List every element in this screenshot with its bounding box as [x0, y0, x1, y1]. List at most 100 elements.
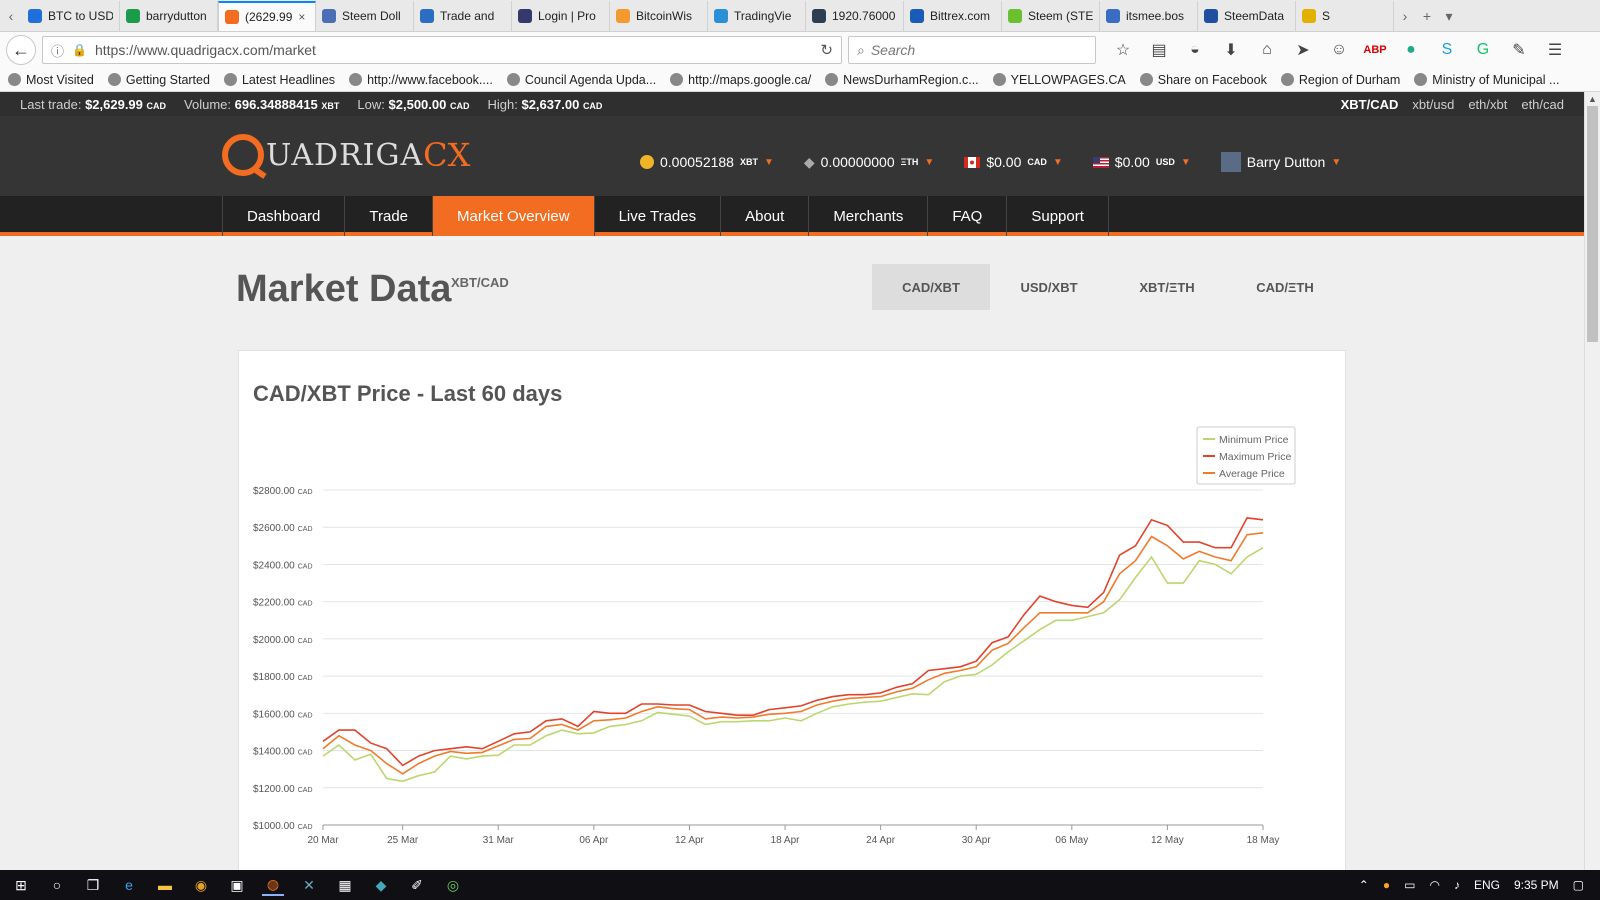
chrome-icon[interactable]: ◉	[190, 874, 212, 896]
browser-tab[interactable]: Bittrex.com	[904, 1, 1002, 31]
ticker-pair-link[interactable]: xbt/usd	[1412, 97, 1454, 112]
menu-icon[interactable]: ☰	[1544, 39, 1566, 61]
adblock-icon[interactable]: ABP	[1363, 39, 1386, 61]
nav-item-about[interactable]: About	[721, 196, 810, 236]
ticker-pair-link[interactable]: eth/cad	[1521, 97, 1564, 112]
user-menu[interactable]: Barry Dutton ▼	[1220, 152, 1341, 172]
url-text[interactable]: https://www.quadrigacx.com/market	[95, 42, 812, 58]
pair-tab[interactable]: CAD/ΞTH	[1226, 264, 1344, 310]
balance-cad[interactable]: $0.00 CAD ▼	[964, 154, 1063, 170]
back-button[interactable]: ←	[6, 35, 36, 65]
tray-chevron-icon[interactable]: ⌃	[1359, 878, 1369, 892]
task-view-icon[interactable]: ❐	[82, 874, 104, 896]
browser-tab[interactable]: itsmee.bos	[1100, 1, 1198, 31]
bookmark-item[interactable]: Getting Started	[107, 73, 210, 87]
ticker-pair-link[interactable]: eth/xbt	[1468, 97, 1507, 112]
browser-tab[interactable]: (2629.99 ×	[218, 1, 316, 31]
nav-item-merchants[interactable]: Merchants	[809, 196, 929, 236]
browser-tab[interactable]: TradingVie	[708, 1, 806, 31]
globe-icon[interactable]: ◎	[442, 874, 464, 896]
info-icon[interactable]: ⓘ	[51, 41, 64, 60]
bookmark-item[interactable]: NewsDurhamRegion.c...	[825, 73, 979, 87]
browser-tab[interactable]: Steem (STE	[1002, 1, 1100, 31]
reload-icon[interactable]: ↻	[820, 41, 833, 59]
firefox-icon[interactable]: ◍	[262, 874, 284, 896]
nav-item-trade[interactable]: Trade	[345, 196, 434, 236]
browser-tab[interactable]: Login | Pro	[512, 1, 610, 31]
windows-start-icon[interactable]: ⊞	[10, 874, 32, 896]
tab-label: BitcoinWis	[636, 9, 693, 23]
scroll-up-icon[interactable]: ▲	[1588, 94, 1597, 104]
page-scrollbar[interactable]: ▲	[1584, 92, 1600, 870]
pair-tab[interactable]: XBT/ΞTH	[1108, 264, 1226, 310]
nav-item-faq[interactable]: FAQ	[928, 196, 1008, 236]
tray-app-icon[interactable]: ●	[1383, 878, 1390, 892]
app-x-icon[interactable]: ✕	[298, 874, 320, 896]
language-indicator[interactable]: ENG	[1474, 878, 1500, 892]
store-icon[interactable]: ▣	[226, 874, 248, 896]
extension-green-icon[interactable]: ●	[1400, 39, 1422, 61]
browser-tab[interactable]: S	[1296, 1, 1394, 31]
pen-icon[interactable]: ✎	[1508, 39, 1530, 61]
volume-icon[interactable]: ♪	[1454, 878, 1460, 892]
chevron-down-icon: ▼	[763, 156, 774, 168]
notifications-icon[interactable]: ▢	[1573, 878, 1584, 892]
paint-icon[interactable]: ✐	[406, 874, 428, 896]
extension-face-icon[interactable]: ☺	[1328, 39, 1350, 61]
calculator-icon[interactable]: ▦	[334, 874, 356, 896]
grammarly-icon[interactable]: G	[1472, 39, 1494, 61]
edge-icon[interactable]: e	[118, 874, 140, 896]
bookmark-item[interactable]: Latest Headlines	[223, 73, 335, 87]
bookmark-item[interactable]: Share on Facebook	[1139, 73, 1267, 87]
browser-toolbar: ← ⓘ 🔒 https://www.quadrigacx.com/market …	[0, 32, 1600, 68]
bookmark-item[interactable]: YELLOWPAGES.CA	[992, 73, 1126, 87]
ticker-pair-link[interactable]: XBT/CAD	[1341, 97, 1399, 112]
search-bar[interactable]: ⌕ Search	[848, 36, 1096, 64]
balance-usd[interactable]: $0.00 USD ▼	[1092, 154, 1191, 170]
cortana-icon[interactable]: ○	[46, 874, 68, 896]
nav-item-support[interactable]: Support	[1007, 196, 1109, 236]
nav-item-live-trades[interactable]: Live Trades	[595, 196, 722, 236]
browser-tab[interactable]: BitcoinWis	[610, 1, 708, 31]
nav-item-market-overview[interactable]: Market Overview	[433, 196, 595, 236]
browser-tab[interactable]: barrydutton	[120, 1, 218, 31]
bookmark-item[interactable]: http://www.facebook....	[349, 73, 493, 87]
bookmark-item[interactable]: http://maps.google.ca/	[670, 73, 811, 87]
tab-scroll-left-icon[interactable]: ‹	[0, 1, 22, 31]
quadrigacx-logo[interactable]: UADRIGA CX	[222, 134, 470, 176]
wifi-icon[interactable]: ◠	[1429, 878, 1439, 892]
browser-tab[interactable]: BTC to USD	[22, 1, 120, 31]
bookmark-item[interactable]: Most Visited	[8, 73, 94, 87]
tab-scroll-right-icon[interactable]: ›	[1394, 1, 1416, 31]
pair-tab[interactable]: USD/XBT	[990, 264, 1108, 310]
battery-icon[interactable]: ▭	[1404, 878, 1415, 892]
url-bar[interactable]: ⓘ 🔒 https://www.quadrigacx.com/market ↻	[42, 36, 842, 64]
balance-eth[interactable]: ◆ 0.00000000 ΞTH ▼	[804, 154, 934, 171]
tab-label: 1920.76000	[832, 9, 896, 23]
download-icon[interactable]: ⬇	[1220, 39, 1242, 61]
browser-tab[interactable]: Steem Doll	[316, 1, 414, 31]
pocket-icon[interactable]: ◒	[1184, 39, 1206, 61]
scroll-thumb[interactable]	[1587, 106, 1598, 342]
new-tab-icon[interactable]: +	[1416, 1, 1438, 31]
skype-icon[interactable]: S	[1436, 39, 1458, 61]
balance-xbt[interactable]: 0.00052188 XBT ▼	[640, 154, 774, 170]
app-diamond-icon[interactable]: ◆	[370, 874, 392, 896]
bookmark-item[interactable]: Region of Durham	[1280, 73, 1400, 87]
close-tab-icon[interactable]: ×	[298, 10, 305, 24]
file-explorer-icon[interactable]: ▬	[154, 874, 176, 896]
home-icon[interactable]: ⌂	[1256, 39, 1278, 61]
browser-tab[interactable]: 1920.76000	[806, 1, 904, 31]
reading-list-icon[interactable]: ▤	[1148, 39, 1170, 61]
send-icon[interactable]: ➤	[1292, 39, 1314, 61]
pair-tab[interactable]: CAD/XBT	[872, 264, 990, 310]
bookmark-star-icon[interactable]: ☆	[1112, 39, 1134, 61]
bookmark-item[interactable]: Ministry of Municipal ...	[1414, 73, 1559, 87]
x-tick-label: 30 Apr	[962, 835, 992, 846]
bookmark-item[interactable]: Council Agenda Upda...	[506, 73, 656, 87]
nav-item-dashboard[interactable]: Dashboard	[223, 196, 346, 236]
browser-tab[interactable]: SteemData	[1198, 1, 1296, 31]
browser-tab[interactable]: Trade and	[414, 1, 512, 31]
tab-list-icon[interactable]: ▾	[1438, 1, 1460, 31]
clock[interactable]: 9:35 PM	[1514, 878, 1559, 892]
